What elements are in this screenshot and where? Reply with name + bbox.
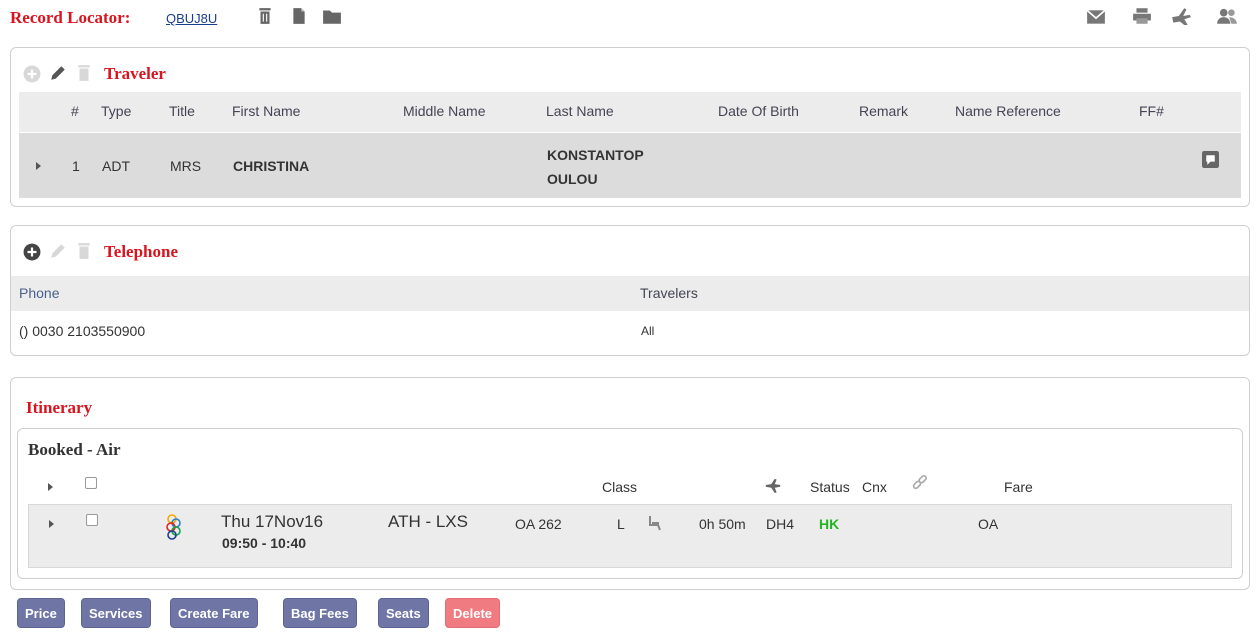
segment-class: L — [617, 516, 625, 532]
segment-times: 09:50 - 10:40 — [222, 535, 307, 551]
telephone-title: Telephone — [104, 242, 179, 261]
edit-icon[interactable] — [49, 242, 67, 260]
plane-icon[interactable] — [1170, 7, 1192, 25]
segment-checkbox[interactable] — [86, 514, 98, 526]
phone-travelers: All — [641, 324, 655, 338]
telephone-table-header: Phone Travelers — [11, 276, 1249, 311]
table-row[interactable]: 1 ADT MRS CHRISTINA KONSTANTOP OULOU — [19, 132, 1241, 198]
col-number: # — [71, 103, 79, 119]
delete-icon[interactable] — [75, 64, 93, 82]
traveler-table-header: # Type Title First Name Middle Name Last… — [19, 92, 1241, 132]
traveler-number: 1 — [72, 158, 80, 174]
col-ff: FF# — [1139, 103, 1164, 119]
folder-icon[interactable] — [322, 7, 342, 25]
traveler-last-name-line2: OULOU — [547, 171, 598, 187]
plane-icon — [764, 477, 782, 493]
traveler-last-name-line1: KONSTANTOP — [547, 147, 644, 163]
expand-all-caret-icon[interactable] — [48, 483, 53, 491]
col-name-reference: Name Reference — [955, 103, 1061, 119]
file-icon[interactable] — [290, 7, 308, 25]
traveler-title: Traveler — [104, 64, 166, 83]
col-last-name: Last Name — [546, 103, 614, 119]
printer-icon[interactable] — [1132, 7, 1152, 25]
edit-icon[interactable] — [49, 64, 67, 82]
col-type: Type — [101, 103, 132, 119]
seats-button[interactable]: Seats — [378, 598, 429, 628]
users-icon[interactable] — [1216, 7, 1238, 25]
create-fare-button[interactable]: Create Fare — [170, 598, 258, 628]
traveler-panel: Traveler # Type Title First Name Middle … — [10, 47, 1250, 207]
telephone-panel: Telephone Phone Travelers () 0030 210355… — [10, 225, 1250, 356]
booked-air-title: Booked - Air — [28, 440, 121, 459]
segment-route: ATH - LXS — [388, 512, 468, 531]
expand-caret-icon[interactable] — [49, 520, 54, 528]
segment-flight: OA 262 — [515, 516, 562, 532]
col-middle-name: Middle Name — [403, 103, 486, 119]
traveler-first-name: CHRISTINA — [233, 158, 310, 174]
traveler-type: ADT — [102, 158, 130, 174]
table-row[interactable]: () 0030 2103550900 All — [11, 311, 1249, 351]
airline-logo-icon — [165, 513, 183, 541]
col-remark: Remark — [859, 103, 909, 119]
col-travelers: Travelers — [640, 285, 698, 301]
phone-number: () 0030 2103550900 — [19, 323, 146, 339]
segment-duration: 0h 50m — [699, 516, 746, 532]
traveler-toolbar: Traveler — [23, 64, 323, 86]
itinerary-panel: Itinerary Booked - Air Class Status Cnx … — [10, 377, 1250, 590]
comment-icon[interactable] — [1202, 151, 1219, 168]
col-first-name: First Name — [232, 103, 301, 119]
col-class: Class — [602, 479, 638, 495]
trash-icon[interactable] — [256, 7, 274, 25]
segment-equipment: DH4 — [766, 516, 795, 532]
col-phone: Phone — [19, 285, 60, 301]
seat-icon[interactable] — [647, 514, 663, 532]
top-bar: Record Locator: QBUJ8U — [10, 6, 1246, 30]
record-locator-label: Record Locator: — [10, 8, 131, 27]
select-all-checkbox[interactable] — [85, 477, 97, 489]
add-icon[interactable] — [23, 65, 41, 83]
col-date-of-birth: Date Of Birth — [718, 103, 799, 119]
table-row[interactable]: Thu 17Nov16 09:50 - 10:40 ATH - LXS OA 2… — [28, 504, 1232, 568]
delete-button[interactable]: Delete — [445, 598, 501, 628]
add-icon[interactable] — [23, 243, 41, 261]
telephone-toolbar: Telephone — [23, 242, 323, 264]
bag-fees-button[interactable]: Bag Fees — [283, 598, 357, 628]
expand-caret-icon[interactable] — [36, 162, 41, 170]
itinerary-title: Itinerary — [26, 398, 93, 417]
col-cnx: Cnx — [862, 479, 887, 495]
status-badge: HK — [819, 516, 840, 532]
services-button[interactable]: Services — [81, 598, 151, 628]
link-icon — [911, 474, 929, 492]
col-status: Status — [810, 479, 850, 495]
delete-icon[interactable] — [75, 242, 93, 260]
segment-date: Thu 17Nov16 — [221, 512, 324, 531]
price-button[interactable]: Price — [17, 598, 65, 628]
segment-fare: OA — [978, 516, 999, 532]
col-title: Title — [169, 103, 195, 119]
traveler-title-value: MRS — [170, 158, 202, 174]
booked-air-section: Booked - Air Class Status Cnx Fare Thu 1… — [17, 428, 1243, 579]
record-locator-link[interactable]: QBUJ8U — [166, 11, 217, 26]
envelope-icon[interactable] — [1086, 8, 1106, 26]
col-fare: Fare — [1004, 479, 1033, 495]
